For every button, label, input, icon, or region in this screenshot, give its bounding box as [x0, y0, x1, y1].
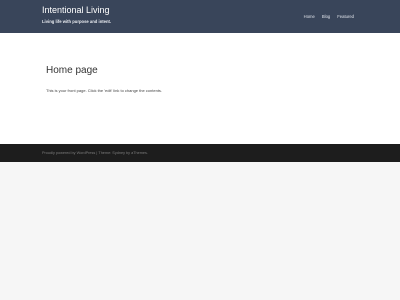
site-tagline: Living life with purpose and intent.	[42, 19, 112, 24]
nav-item-home[interactable]: Home	[304, 14, 315, 19]
footer-prefix: Proudly powered by	[42, 151, 77, 155]
wordpress-link[interactable]: WordPress	[77, 151, 96, 155]
footer-suffix: .	[146, 151, 148, 155]
page-text-before: This is your front page. Click the	[46, 88, 105, 93]
theme-author-link[interactable]: aThemes	[131, 151, 147, 155]
page-title: Home page	[46, 65, 98, 76]
page-body-text: This is your front page. Click the 'edit…	[46, 88, 162, 93]
nav-item-blog[interactable]: Blog	[322, 14, 330, 19]
main-content: Home page This is your front page. Click…	[0, 33, 400, 144]
nav-item-featured[interactable]: Featured	[337, 14, 354, 19]
footer-credits: Proudly powered by WordPress | Theme: Sy…	[42, 151, 148, 155]
main-navigation: Home Blog Featured	[304, 14, 354, 19]
edit-link[interactable]: 'edit' link	[104, 88, 119, 93]
site-footer: Proudly powered by WordPress | Theme: Sy…	[0, 144, 400, 162]
site-title[interactable]: Intentional Living	[42, 5, 110, 16]
site-header: Intentional Living Living life with purp…	[0, 0, 400, 33]
page-text-after: to change the contents.	[119, 88, 163, 93]
footer-theme-prefix: Theme: Sydney by	[98, 151, 132, 155]
